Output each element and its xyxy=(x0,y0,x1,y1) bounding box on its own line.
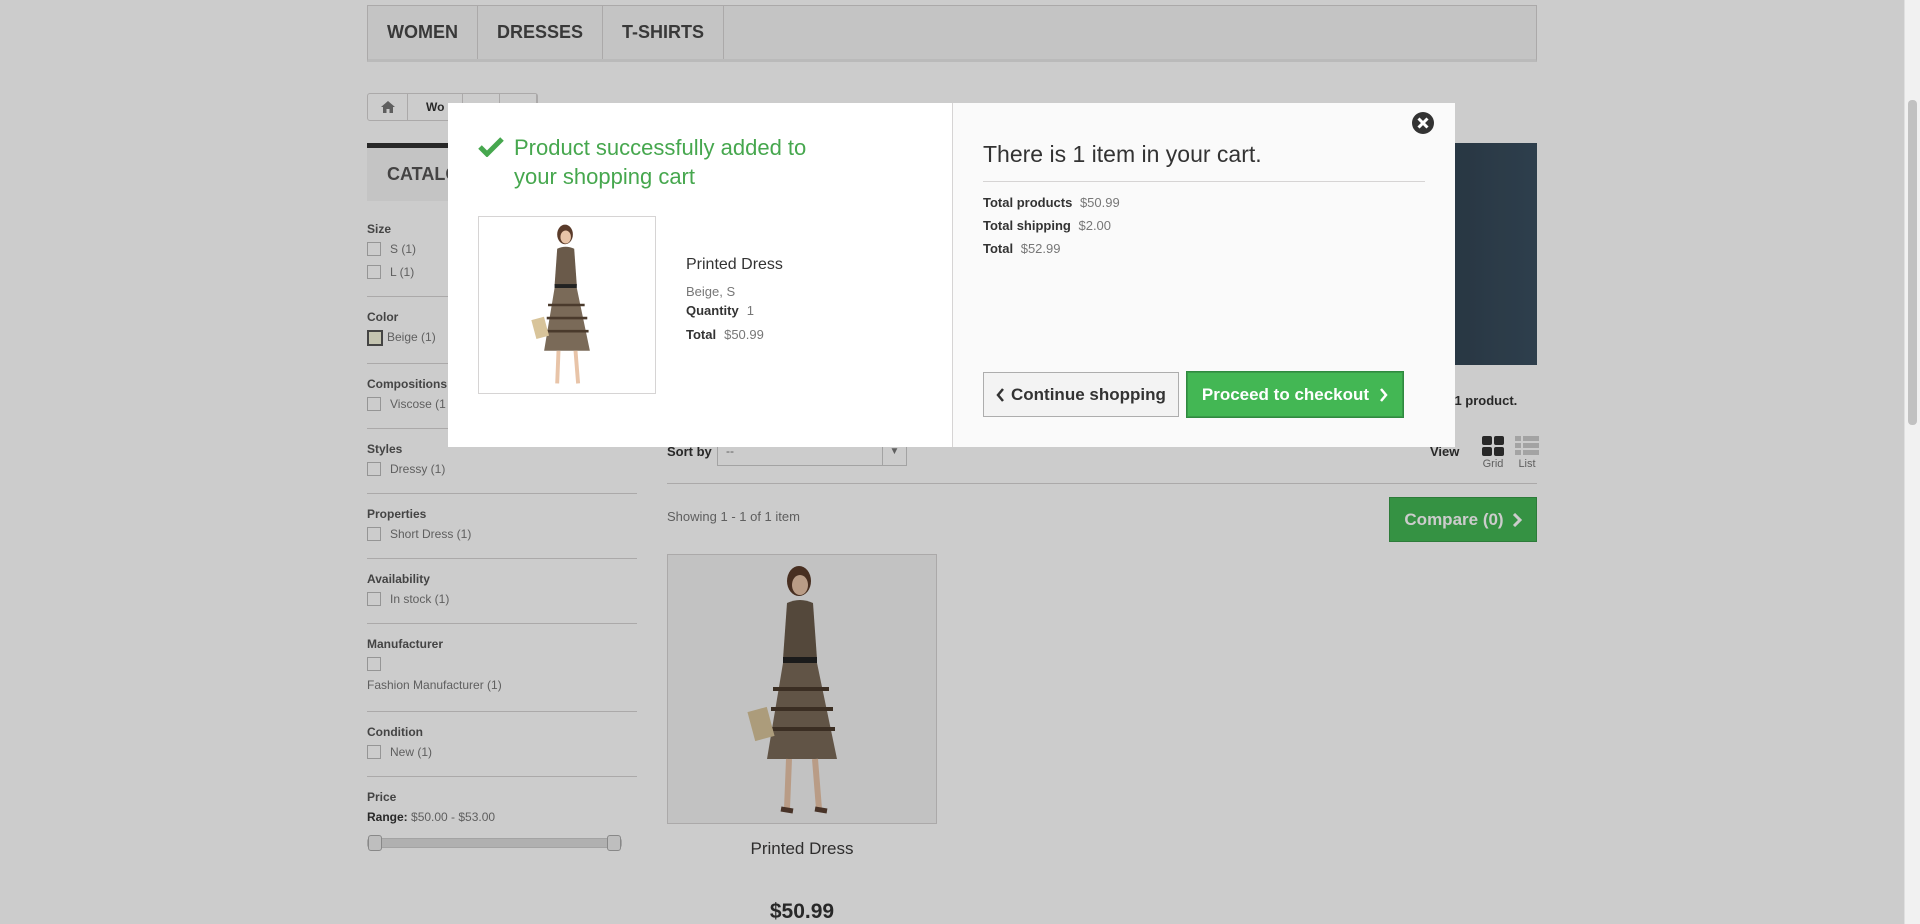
total-products-label: Total products xyxy=(983,195,1073,210)
total-shipping: Total shipping $2.00 xyxy=(983,218,1425,233)
quantity-value: 1 xyxy=(746,303,754,318)
total-shipping-value: $2.00 xyxy=(1078,218,1112,233)
modal-product-image xyxy=(478,216,656,394)
cart-modal: Product successfully added to your shopp… xyxy=(448,103,1455,447)
proceed-to-checkout-button[interactable]: Proceed to checkout xyxy=(1185,371,1405,418)
modal-product-total: Total $50.99 xyxy=(686,327,783,342)
total-products-value: $50.99 xyxy=(1079,195,1120,210)
modal-actions: Continue shopping Proceed to checkout xyxy=(983,371,1405,418)
modal-cart-panel: There is 1 item in your cart. Total prod… xyxy=(952,103,1455,447)
modal-product-name: Printed Dress xyxy=(686,256,783,273)
close-icon[interactable] xyxy=(1411,111,1435,135)
success-text: Product successfully added to your shopp… xyxy=(514,135,807,189)
total-value: $50.99 xyxy=(724,327,764,342)
grand-total: Total $52.99 xyxy=(983,241,1425,256)
quantity-label: Quantity xyxy=(686,303,739,318)
chevron-left-icon xyxy=(996,387,1004,402)
continue-shopping-label: Continue shopping xyxy=(1011,384,1166,404)
chevron-right-icon xyxy=(1380,387,1388,402)
modal-product-info: Printed Dress Beige, S Quantity 1 Total $5… xyxy=(656,216,783,394)
modal-quantity: Quantity 1 xyxy=(686,303,783,318)
grand-total-value: $52.99 xyxy=(1020,241,1061,256)
checkout-label: Proceed to checkout xyxy=(1201,384,1370,404)
continue-shopping-button[interactable]: Continue shopping xyxy=(983,372,1179,417)
grand-total-label: Total xyxy=(983,241,1014,256)
cart-title: There is 1 item in your cart. xyxy=(983,141,1425,182)
scrollbar-thumb[interactable] xyxy=(1908,100,1917,425)
total-shipping-label: Total shipping xyxy=(983,218,1071,233)
scrollbar[interactable] xyxy=(1904,0,1920,924)
success-message: Product successfully added to your shopp… xyxy=(478,133,922,191)
cart-totals: Total products $50.99 Total shipping $2.… xyxy=(983,195,1425,256)
dress-image xyxy=(531,224,590,384)
modal-product-panel: Product successfully added to your shopp… xyxy=(448,103,952,447)
checkmark-icon xyxy=(478,137,504,157)
modal-product: Printed Dress Beige, S Quantity 1 Total $5… xyxy=(478,216,922,394)
modal-product-attributes: Beige, S xyxy=(686,284,736,299)
total-label: Total xyxy=(686,327,717,342)
total-products: Total products $50.99 xyxy=(983,195,1425,210)
